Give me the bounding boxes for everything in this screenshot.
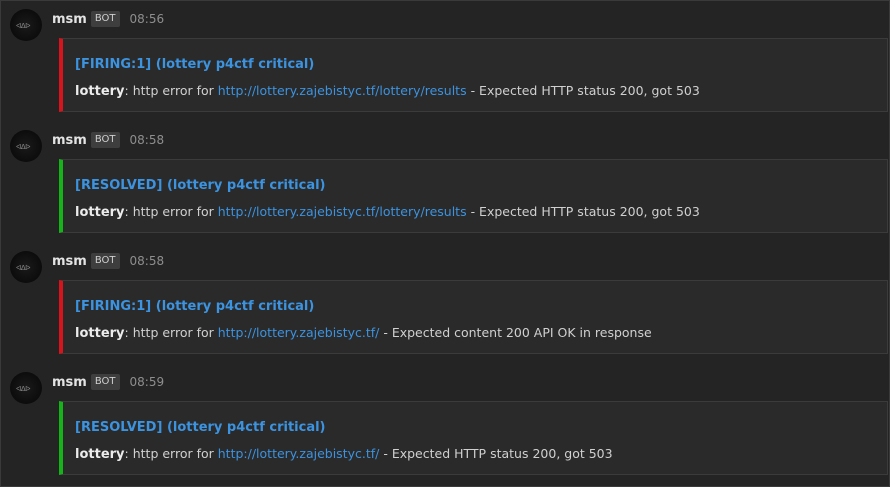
embed-description: lottery: http error for http://lottery.z… — [75, 325, 652, 341]
avatar-logo-icon: ᐊᐃᐅ — [16, 143, 31, 151]
desc-suffix: - Expected HTTP status 200, got 503 — [466, 83, 700, 98]
desc-suffix: - Expected HTTP status 200, got 503 — [466, 204, 700, 219]
check-name: lottery — [75, 447, 125, 462]
author-name[interactable]: msm — [52, 254, 87, 269]
bot-badge: BOT — [90, 253, 120, 269]
avatar-logo-icon: ᐊᐃᐅ — [16, 22, 31, 30]
alert-embed: [RESOLVED] (lottery p4ctf critical) lott… — [59, 159, 888, 233]
alert-embed: [RESOLVED] (lottery p4ctf critical) lott… — [59, 401, 888, 475]
message: ᐊᐃᐅ msm BOT 08:58 [RESOLVED] (lottery p4… — [1, 122, 889, 242]
url-link[interactable]: http://lottery.zajebistyc.tf/lottery/res… — [218, 204, 467, 219]
embed-description: lottery: http error for http://lottery.z… — [75, 204, 700, 220]
bot-badge: BOT — [90, 374, 120, 390]
url-link[interactable]: http://lottery.zajebistyc.tf/ — [218, 446, 380, 461]
timestamp[interactable]: 08:58 — [130, 254, 165, 268]
desc-suffix: - Expected HTTP status 200, got 503 — [379, 446, 613, 461]
message-header: msm BOT 08:58 — [52, 252, 164, 270]
bot-badge: BOT — [90, 132, 120, 148]
embed-title[interactable]: [RESOLVED] (lottery p4ctf critical) — [75, 420, 326, 435]
desc-prefix: : http error for — [124, 83, 218, 98]
avatar[interactable]: ᐊᐃᐅ — [10, 251, 42, 283]
embed-title[interactable]: [FIRING:1] (lottery p4ctf critical) — [75, 57, 314, 72]
message-header: msm BOT 08:58 — [52, 131, 164, 149]
avatar-logo-icon: ᐊᐃᐅ — [16, 385, 31, 393]
desc-prefix: : http error for — [124, 446, 218, 461]
author-name[interactable]: msm — [52, 133, 87, 148]
message-header: msm BOT 08:56 — [52, 10, 164, 28]
embed-title[interactable]: [RESOLVED] (lottery p4ctf critical) — [75, 178, 326, 193]
embed-title[interactable]: [FIRING:1] (lottery p4ctf critical) — [75, 299, 314, 314]
avatar[interactable]: ᐊᐃᐅ — [10, 9, 42, 41]
embed-description: lottery: http error for http://lottery.z… — [75, 446, 613, 462]
desc-suffix: - Expected content 200 API OK in respons… — [379, 325, 652, 340]
timestamp[interactable]: 08:59 — [130, 375, 165, 389]
bot-badge: BOT — [90, 11, 120, 27]
url-link[interactable]: http://lottery.zajebistyc.tf/lottery/res… — [218, 83, 467, 98]
timestamp[interactable]: 08:56 — [130, 12, 165, 26]
avatar-logo-icon: ᐊᐃᐅ — [16, 264, 31, 272]
message-header: msm BOT 08:59 — [52, 373, 164, 391]
chat-frame: ᐊᐃᐅ msm BOT 08:56 [FIRING:1] (lottery p4… — [0, 0, 890, 487]
message: ᐊᐃᐅ msm BOT 08:58 [FIRING:1] (lottery p4… — [1, 243, 889, 363]
author-name[interactable]: msm — [52, 12, 87, 27]
desc-prefix: : http error for — [124, 325, 218, 340]
url-link[interactable]: http://lottery.zajebistyc.tf/ — [218, 325, 380, 340]
alert-embed: [FIRING:1] (lottery p4ctf critical) lott… — [59, 38, 888, 112]
check-name: lottery — [75, 205, 125, 220]
check-name: lottery — [75, 84, 125, 99]
check-name: lottery — [75, 326, 125, 341]
message: ᐊᐃᐅ msm BOT 08:56 [FIRING:1] (lottery p4… — [1, 1, 889, 121]
avatar[interactable]: ᐊᐃᐅ — [10, 372, 42, 404]
author-name[interactable]: msm — [52, 375, 87, 390]
alert-embed: [FIRING:1] (lottery p4ctf critical) lott… — [59, 280, 888, 354]
embed-description: lottery: http error for http://lottery.z… — [75, 83, 700, 99]
timestamp[interactable]: 08:58 — [130, 133, 165, 147]
avatar[interactable]: ᐊᐃᐅ — [10, 130, 42, 162]
desc-prefix: : http error for — [124, 204, 218, 219]
message: ᐊᐃᐅ msm BOT 08:59 [RESOLVED] (lottery p4… — [1, 364, 889, 484]
